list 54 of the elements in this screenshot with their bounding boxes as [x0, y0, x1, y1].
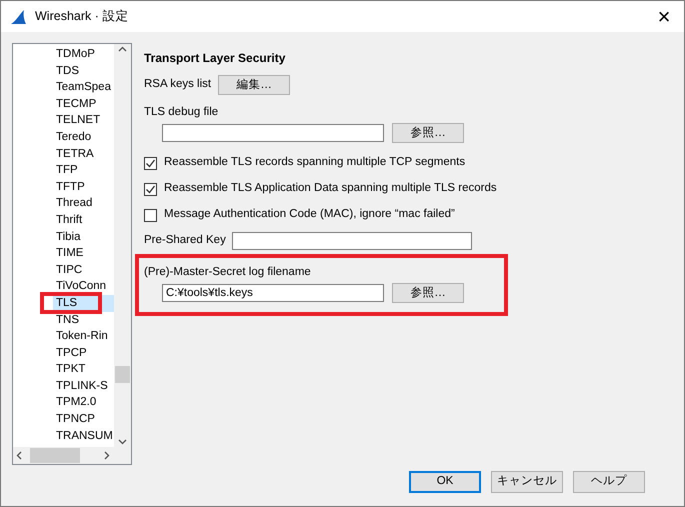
scroll-up-icon[interactable] — [118, 46, 127, 52]
app-logo-icon — [10, 8, 27, 24]
checkbox[interactable] — [144, 156, 157, 170]
tree-item[interactable]: TiVoConn — [53, 278, 114, 295]
tree-item[interactable]: TDMoP — [53, 46, 114, 63]
tree-item[interactable]: TPNCP — [53, 411, 114, 428]
window-title: Wireshark · 設定 — [35, 8, 128, 26]
file-path-field[interactable] — [162, 124, 384, 142]
checkbox[interactable] — [144, 182, 157, 196]
tree-item[interactable]: TRANSUM — [53, 428, 114, 444]
checkbox-label: Reassemble TLS Application Data spanning multiple TLS records — [164, 181, 497, 196]
horizontal-scrollbar[interactable] — [13, 447, 131, 464]
file-path-field[interactable]: C:¥tools¥tls.keys — [162, 284, 384, 302]
tree-item[interactable]: TNS — [53, 312, 114, 328]
tree-item[interactable]: TDS — [53, 62, 114, 80]
scroll-down-icon[interactable] — [118, 439, 127, 445]
checkbox-label: Reassemble TLS records spanning multiple TCP segments — [164, 155, 466, 170]
browse-button[interactable]: 参照… — [392, 123, 464, 143]
tree-item[interactable]: TPM2.0 — [53, 394, 114, 412]
scroll-thumb[interactable] — [115, 366, 130, 383]
tree-item[interactable]: TIME — [53, 245, 114, 262]
tree-item[interactable]: Thread — [53, 195, 114, 212]
field-label: (Pre)-Master-Secret log filename — [144, 265, 312, 280]
tree-item[interactable]: TIPC — [53, 262, 114, 278]
tree-item[interactable]: TFTP — [53, 178, 114, 196]
tree-item[interactable]: TPLINK-S — [53, 378, 114, 394]
tree-item[interactable]: Tibia — [53, 228, 114, 246]
scroll-left-icon[interactable] — [16, 451, 22, 460]
tree-item[interactable]: TFP — [53, 162, 114, 179]
dialog-button[interactable]: キャンセル — [491, 471, 563, 493]
tree-item[interactable]: TECMP — [53, 96, 114, 112]
tree-item[interactable]: Teredo — [53, 128, 114, 146]
field-label: Pre-Shared Key — [144, 233, 226, 248]
scroll-right-icon[interactable] — [104, 451, 110, 460]
tree-item[interactable]: Token-Rin — [53, 328, 114, 345]
tree-item[interactable]: TeamSpea — [53, 79, 114, 96]
tree-item[interactable]: TPCP — [53, 344, 114, 362]
tree-item[interactable]: TELNET — [53, 112, 114, 129]
browse-button[interactable]: 参照… — [392, 283, 464, 303]
dialog-button[interactable]: ヘルプ — [573, 471, 645, 493]
field-label: RSA keys list — [144, 77, 212, 92]
dialog-button[interactable]: OK — [409, 471, 481, 493]
tree-item[interactable]: TETRA — [53, 146, 114, 162]
section-title: Transport Layer Security — [144, 50, 286, 67]
text-field[interactable] — [232, 232, 472, 250]
tree-item[interactable]: TPKT — [53, 361, 114, 378]
tree-item[interactable]: Thrift — [53, 212, 114, 229]
close-button[interactable]: × — [644, 1, 684, 32]
checkbox[interactable] — [144, 208, 157, 222]
vertical-scrollbar[interactable] — [114, 44, 131, 447]
field-label: TLS debug file — [144, 105, 220, 120]
checkbox-label: Message Authentication Code (MAC), ignore “mac failed” — [164, 207, 455, 222]
edit-button[interactable]: 編集… — [218, 75, 290, 95]
scroll-thumb[interactable] — [30, 448, 80, 463]
